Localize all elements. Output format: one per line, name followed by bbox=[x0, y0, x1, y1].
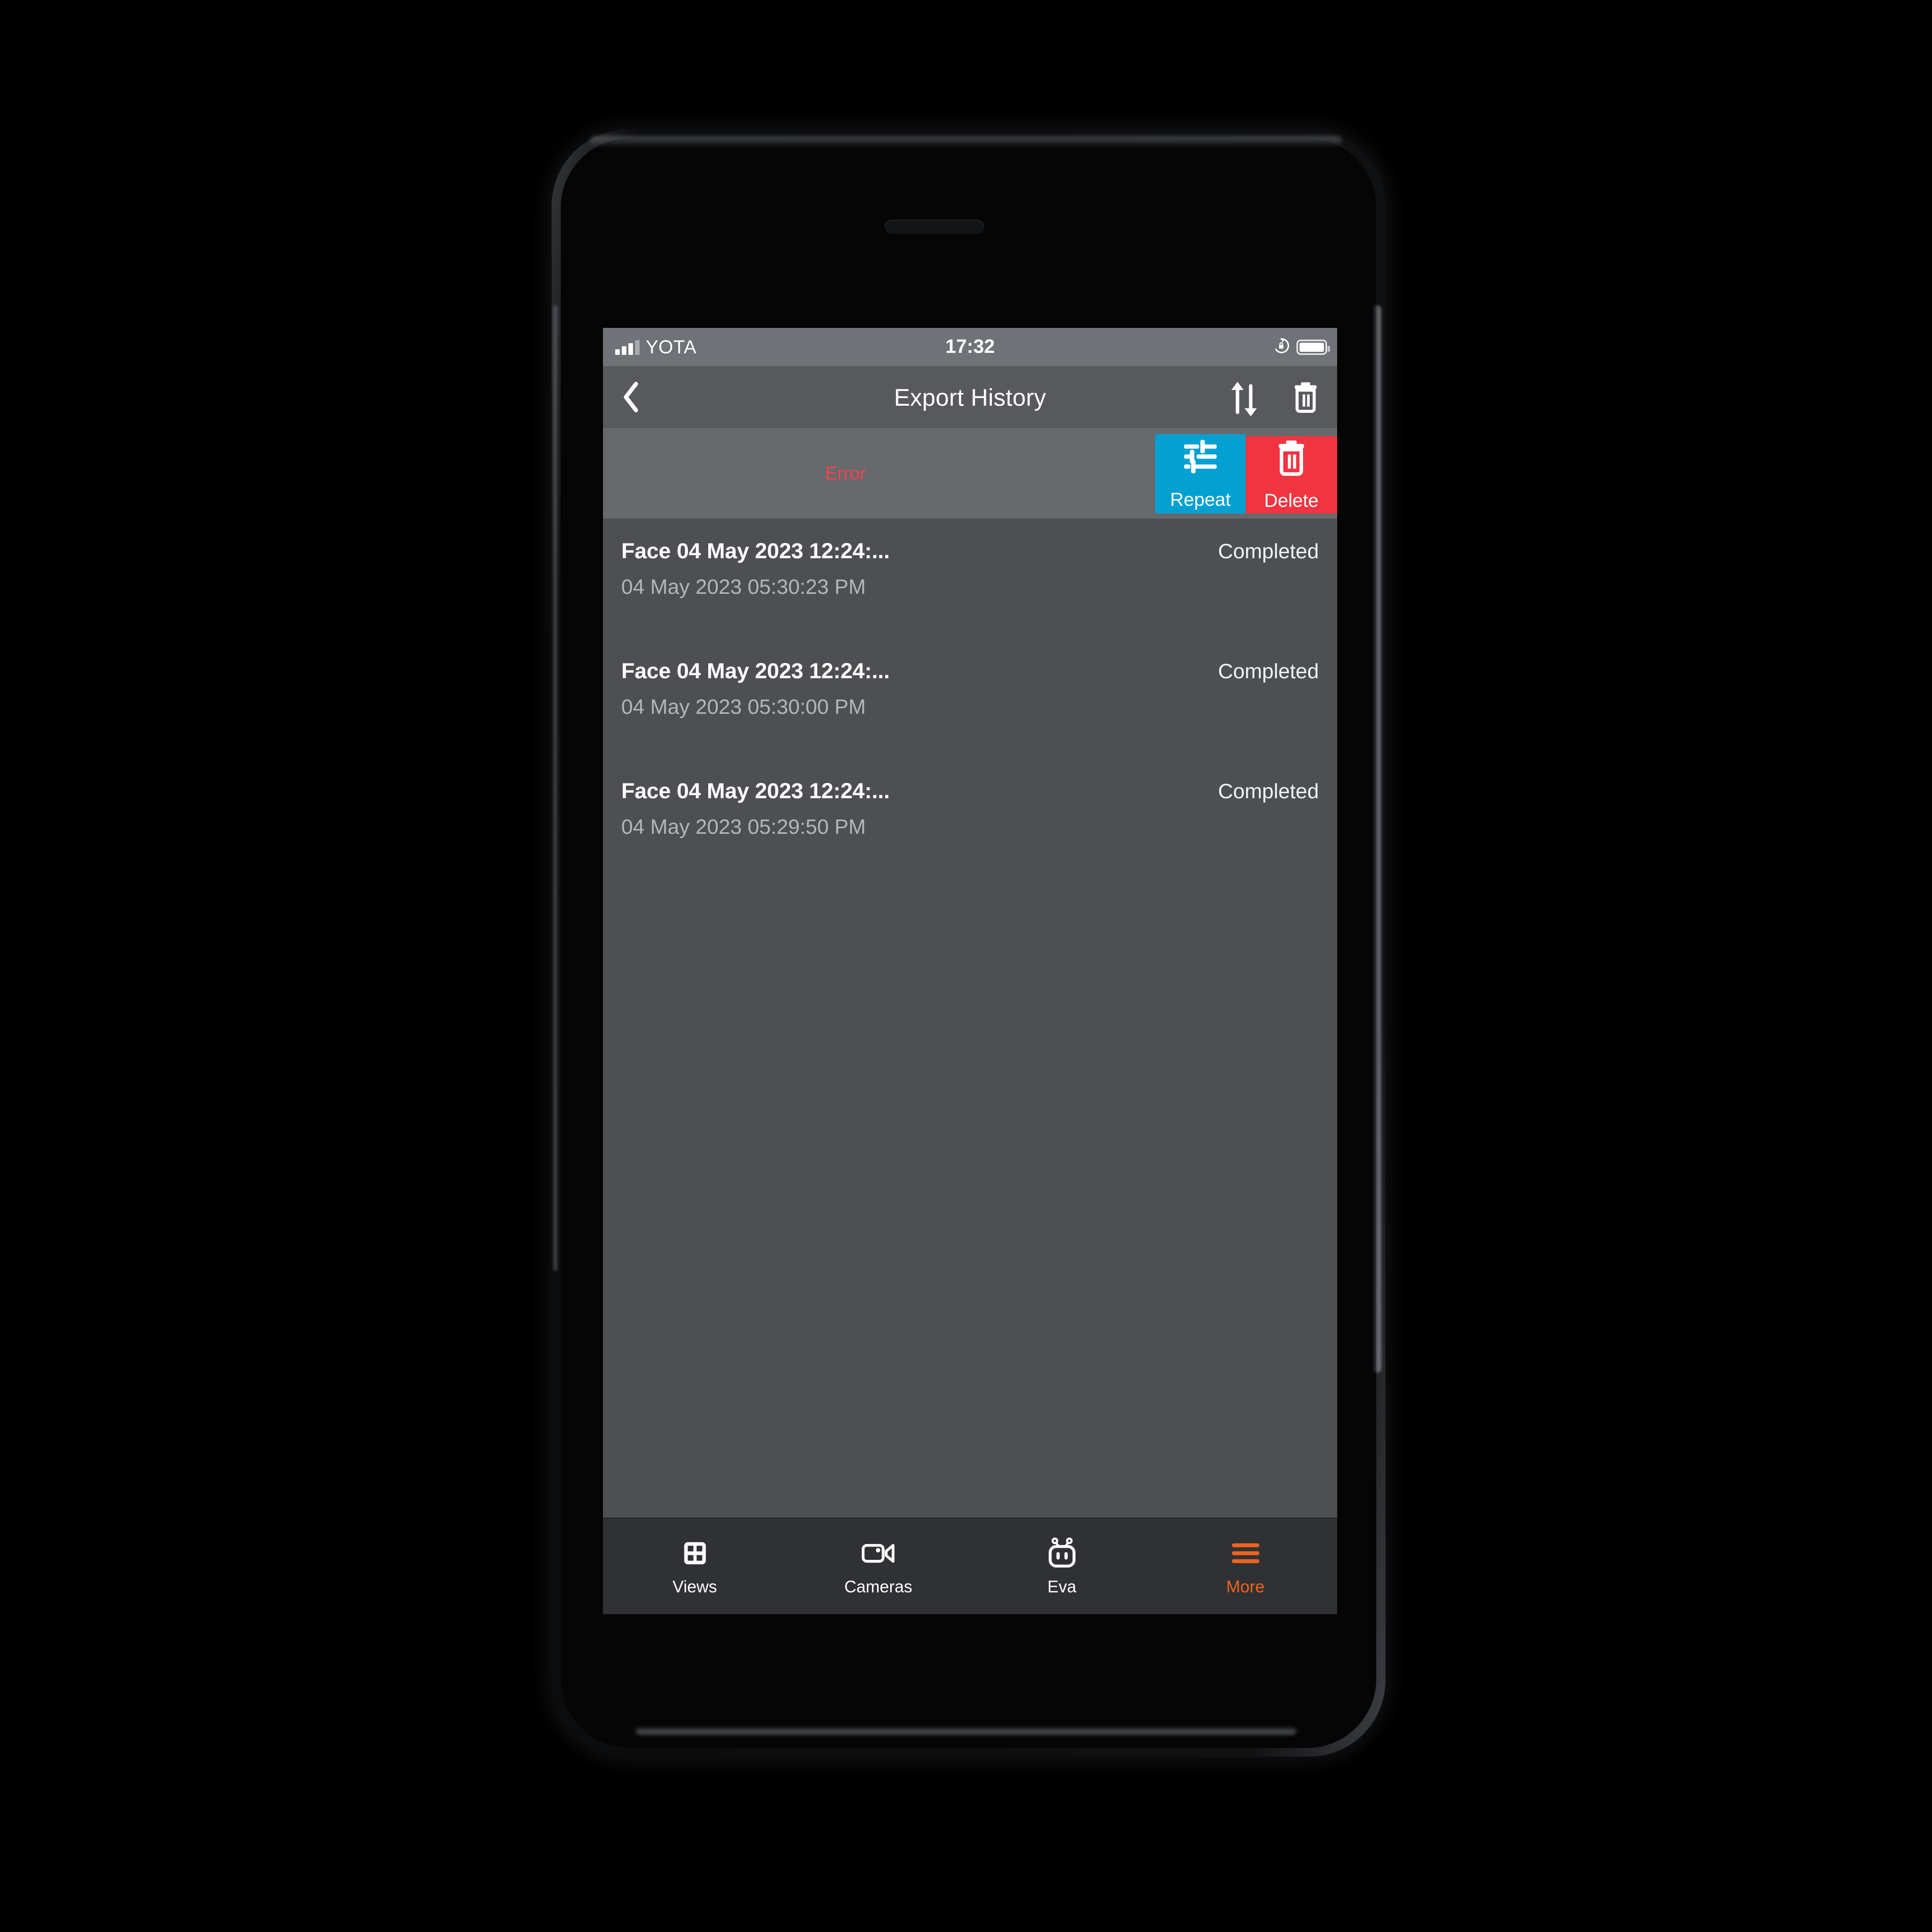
tab-cameras-label: Cameras bbox=[844, 1577, 913, 1596]
list-item-header: Face 04 May 2023 12:24:... Completed bbox=[621, 519, 1319, 564]
export-timestamp: 04 May 2023 05:29:50 PM bbox=[621, 815, 866, 838]
tab-views-label: Views bbox=[672, 1577, 717, 1596]
export-name: Face 04 May 2023 12:24:... bbox=[621, 659, 890, 683]
tab-eva-label: Eva bbox=[1047, 1577, 1076, 1596]
table-row[interactable]: Face 04 May 2023 12:24:... Completed 04 … bbox=[603, 639, 1337, 759]
export-name: Face 04 May 2023 12:24:... bbox=[621, 779, 890, 803]
export-name: Face 04 May 2023 12:24:... bbox=[621, 539, 890, 563]
rotation-lock-icon bbox=[1273, 337, 1290, 357]
trash-icon bbox=[1275, 439, 1308, 481]
earpiece-speaker bbox=[885, 220, 984, 234]
export-history-list: Face 04 May 2023 12:24:... Completed 04 … bbox=[603, 519, 1337, 1463]
table-row[interactable]: Face 04 May 2023 12:24:... Completed 04 … bbox=[603, 519, 1337, 639]
sliders-icon bbox=[1182, 438, 1219, 480]
video-camera-icon bbox=[861, 1536, 896, 1570]
export-timestamp: 04 May 2023 05:30:23 PM bbox=[621, 575, 866, 598]
tab-views[interactable]: Views bbox=[603, 1519, 787, 1614]
navigation-bar: Export History bbox=[603, 366, 1337, 428]
grid-icon bbox=[680, 1536, 710, 1570]
navigation-actions bbox=[1225, 374, 1325, 420]
tab-more-label: More bbox=[1226, 1577, 1265, 1596]
battery-full-icon bbox=[1296, 339, 1330, 355]
robot-icon bbox=[1047, 1536, 1077, 1570]
status-bar: YOTA 17:32 bbox=[603, 328, 1337, 366]
list-item-header: Face 04 May 2023 12:24:... Completed bbox=[621, 639, 1319, 684]
tab-cameras[interactable]: Cameras bbox=[787, 1519, 970, 1614]
swipe-action-row: Error Repeat Delete bbox=[603, 428, 1337, 519]
repeat-button[interactable]: Repeat bbox=[1155, 434, 1246, 514]
delete-button-label: Delete bbox=[1264, 490, 1319, 511]
tab-more[interactable]: More bbox=[1154, 1519, 1337, 1614]
delete-button[interactable]: Delete bbox=[1246, 436, 1337, 514]
phone-edge-highlight-bottom bbox=[636, 1726, 1296, 1734]
tab-eva[interactable]: Eva bbox=[970, 1519, 1154, 1614]
export-timestamp: 04 May 2023 05:30:00 PM bbox=[621, 695, 866, 718]
repeat-button-label: Repeat bbox=[1170, 489, 1231, 510]
status-badge: Completed bbox=[1218, 779, 1319, 803]
bottom-tab-bar: Views Cameras Eva More bbox=[603, 1518, 1337, 1614]
phone-edge-highlight-left bbox=[554, 305, 559, 1271]
list-item-header: Face 04 May 2023 12:24:... Completed bbox=[621, 759, 1319, 804]
clock-label: 17:32 bbox=[945, 336, 995, 357]
phone-edge-highlight-top bbox=[590, 136, 1342, 147]
hamburger-menu-icon bbox=[1230, 1536, 1261, 1570]
swipe-actions: Repeat Delete bbox=[1155, 434, 1337, 514]
list-empty-space bbox=[603, 879, 1337, 1463]
sort-button[interactable] bbox=[1225, 374, 1264, 420]
delete-all-button[interactable] bbox=[1286, 374, 1325, 420]
table-row[interactable]: Face 04 May 2023 12:24:... Completed 04 … bbox=[603, 759, 1337, 879]
status-badge: Completed bbox=[1218, 659, 1319, 683]
status-bar-right bbox=[1273, 328, 1330, 366]
phone-screen: YOTA 17:32 Export History Error Repeat D… bbox=[603, 328, 1337, 1614]
error-status-label: Error bbox=[825, 463, 866, 484]
status-badge: Completed bbox=[1218, 539, 1319, 563]
phone-edge-highlight-right bbox=[1373, 305, 1381, 1373]
